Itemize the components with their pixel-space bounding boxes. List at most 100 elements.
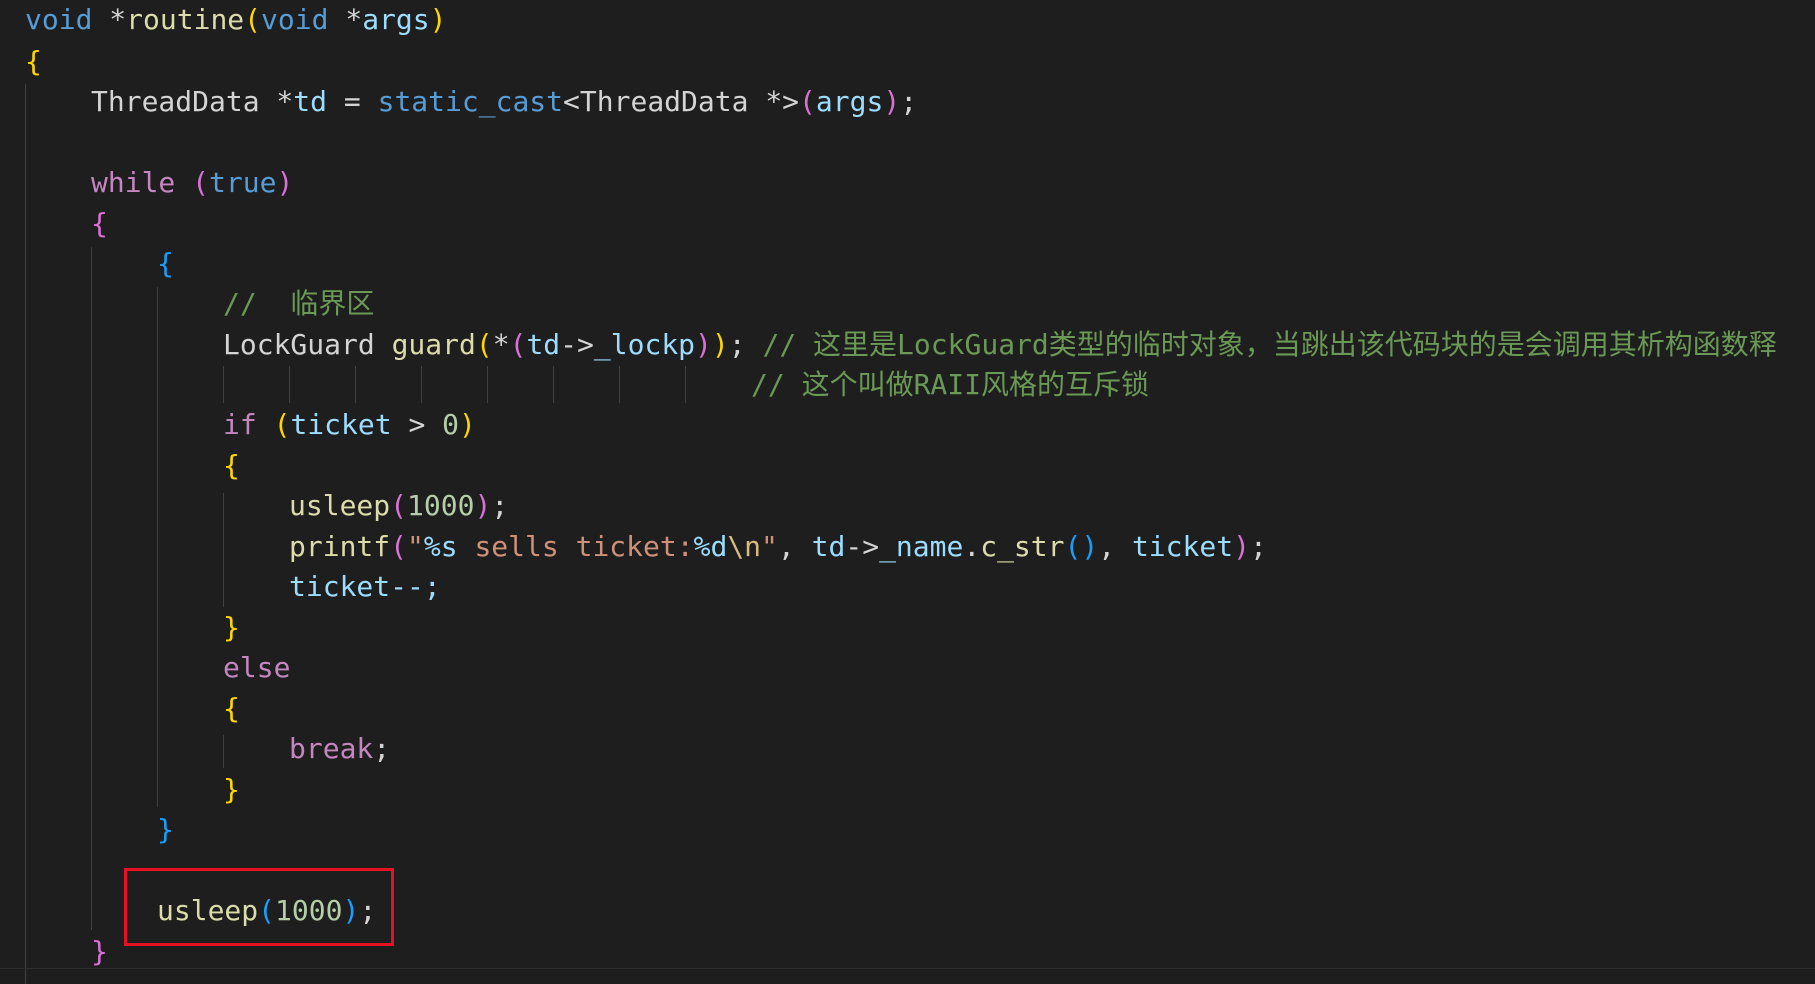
parameter-token: args — [362, 3, 430, 36]
bracket-token: ) — [429, 3, 447, 36]
code-line[interactable]: else — [223, 648, 290, 688]
bracket-token: ) — [883, 85, 901, 118]
operator-token: > — [391, 408, 443, 441]
highlight-annotation-box — [124, 868, 394, 946]
keyword-token: void — [261, 3, 329, 36]
code-line[interactable]: LockGuard guard(*(td->_lockp)); // 这里是Lo… — [223, 325, 1777, 365]
bracket-token: ( — [244, 3, 262, 36]
bracket-token: ( — [1064, 530, 1082, 563]
member-token: _name — [879, 530, 964, 563]
operator-token: ; — [373, 732, 391, 765]
brace-token: { — [223, 692, 240, 725]
number-token: 1000 — [407, 489, 475, 522]
code-line[interactable]: { — [223, 689, 240, 729]
comment-token: // 这个叫做RAII风格的互斥锁 — [751, 368, 1150, 401]
string-token: " — [407, 530, 424, 563]
variable-token: ticket--; — [289, 570, 441, 603]
bracket-token: ( — [799, 85, 816, 118]
function-name-token: usleep — [289, 489, 391, 522]
indent-guide — [25, 84, 26, 984]
code-line[interactable]: { — [25, 42, 42, 82]
bracket-token: ) — [1233, 530, 1250, 563]
code-line[interactable]: ThreadData *td = static_cast<ThreadData … — [91, 82, 917, 122]
brace-token: { — [91, 207, 108, 240]
keyword-token: break — [289, 732, 374, 765]
string-token: sells ticket: — [457, 530, 694, 563]
bracket-token: ( — [509, 328, 527, 361]
code-line[interactable]: } — [223, 608, 240, 648]
indent-guide — [355, 366, 356, 403]
code-editor[interactable]: void *routine(void *args) { ThreadData *… — [0, 0, 1815, 984]
bracket-token: ) — [711, 328, 729, 361]
operator-token: , — [777, 530, 812, 563]
operator-token: , — [1098, 530, 1132, 563]
code-line[interactable]: } — [157, 810, 174, 850]
function-name-token: c_str — [980, 530, 1065, 563]
bracket-token: ( — [192, 166, 210, 199]
brace-token: } — [223, 773, 240, 806]
operator-token: -> — [560, 328, 594, 361]
code-line[interactable]: usleep(1000); — [289, 486, 508, 526]
indent-guide — [553, 366, 554, 403]
operator-token: ; — [491, 489, 509, 522]
brace-token: { — [25, 45, 42, 78]
indent-guide — [487, 366, 488, 403]
bracket-token: ( — [390, 530, 408, 563]
bracket-token: ) — [1081, 530, 1099, 563]
code-line[interactable]: } — [223, 770, 240, 810]
keyword-token: true — [209, 166, 277, 199]
keyword-token: static_cast — [377, 85, 564, 118]
comment-token: // 这里是LockGuard类型的临时对象，当跳出该代码块的是会调用其析构函数… — [762, 328, 1777, 361]
operator-token: -> — [845, 530, 880, 563]
function-name-token: printf — [289, 530, 391, 563]
format-specifier-token: %s — [423, 530, 458, 563]
bracket-token: ( — [390, 489, 408, 522]
keyword-token: void — [25, 3, 93, 36]
member-token: _lockp — [593, 328, 696, 361]
string-token: " — [761, 530, 778, 563]
variable-token: ticket — [1131, 530, 1234, 563]
code-line[interactable]: while (true) — [91, 163, 293, 203]
operator-token: * — [328, 3, 363, 36]
variable-token: args — [815, 85, 884, 118]
bracket-token: ) — [474, 489, 492, 522]
indent-guide — [91, 247, 92, 930]
brace-token: { — [157, 247, 174, 280]
code-line[interactable]: { — [223, 446, 240, 486]
code-line[interactable]: void *routine(void *args) — [25, 0, 446, 40]
code-line[interactable]: ticket--; — [289, 567, 441, 607]
code-line[interactable]: if (ticket > 0) — [223, 405, 476, 445]
indent-guide — [421, 366, 422, 403]
indent-guide — [157, 287, 158, 807]
bracket-token: ) — [695, 328, 712, 361]
brace-token: } — [223, 611, 240, 644]
keyword-token: else — [223, 651, 291, 684]
bracket-token: ) — [459, 408, 476, 441]
operator-token: ; — [728, 328, 763, 361]
code-line[interactable]: { — [91, 204, 108, 244]
format-specifier-token: %d — [693, 530, 728, 563]
bracket-token: ( — [273, 408, 291, 441]
type-token: LockGuard — [223, 328, 392, 361]
code-line[interactable]: { — [157, 244, 174, 284]
function-name-token: guard — [391, 328, 476, 361]
type-token: <ThreadData *> — [563, 85, 800, 118]
code-line[interactable]: // 这个叫做RAII风格的互斥锁 — [751, 365, 1149, 405]
code-line[interactable]: // 临界区 — [223, 284, 374, 324]
type-token: ThreadData * — [91, 85, 294, 118]
brace-token: } — [157, 813, 174, 846]
keyword-token: while — [91, 166, 176, 199]
code-line[interactable]: } — [91, 932, 108, 972]
variable-token: td — [811, 530, 846, 563]
indent-guide — [223, 735, 224, 768]
variable-token: td — [293, 85, 328, 118]
indent-guide — [289, 366, 290, 403]
brace-token: } — [91, 935, 108, 968]
code-line[interactable]: break; — [289, 729, 390, 769]
escape-token: \n — [727, 530, 762, 563]
code-line[interactable]: printf("%s sells ticket:%d\n", td->_name… — [289, 527, 1267, 567]
function-name-token: routine — [126, 3, 245, 36]
operator-token: . — [963, 530, 981, 563]
